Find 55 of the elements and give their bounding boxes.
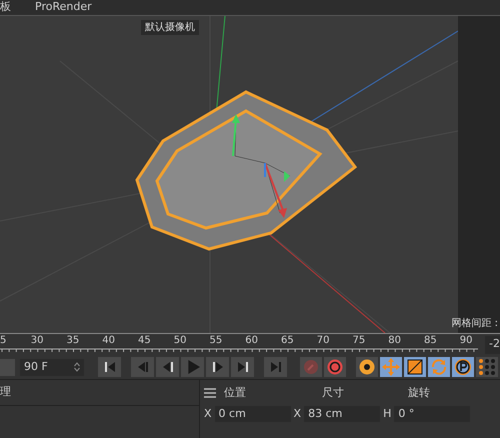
scale-icon [407,359,423,375]
value-field[interactable]: 83 cm [304,406,380,422]
menu-item[interactable]: ProRender [35,0,92,16]
skip-end-icon [236,361,248,373]
column-header: 位置 [224,384,247,401]
value-field[interactable]: 0 ° [394,406,470,422]
tool-button[interactable] [452,357,474,377]
tool-button[interactable] [476,357,498,377]
tick-label: 55 [210,335,222,347]
record-icon [327,359,343,375]
column-header: 尺寸 [321,384,345,401]
tick-label: 45 [138,335,151,347]
tick-label: 35 [66,335,80,347]
tick-label: 40 [102,335,115,347]
column-header: 旋转 [408,384,431,401]
transport-button[interactable] [156,357,179,377]
frame-field[interactable]: 90 F [20,358,84,376]
parameter-icon [454,358,472,376]
tick-label: 50 [174,335,186,347]
transport-button[interactable] [98,357,121,377]
play-icon [186,360,200,374]
tick-label: 60 [245,335,258,347]
value-field[interactable]: 0 cm [214,406,291,422]
tick-label: 70 [316,335,330,347]
grid-spacing-label: 网格间距 : [451,316,498,331]
move-icon [382,358,400,376]
menu-icon[interactable] [204,388,216,398]
camera-label[interactable]: 默认摄像机 [141,20,199,35]
polygon-object[interactable] [135,90,358,251]
skip-start-icon [104,361,116,373]
transport-button[interactable] [231,357,254,377]
tick-label: 30 [30,335,44,347]
tool-button[interactable] [356,357,378,377]
menu-item[interactable]: 板 [0,0,11,16]
tool-button[interactable] [404,357,426,377]
panel-title: 理 [0,384,11,400]
tick-label: 85 [424,335,437,347]
rotate-icon [430,358,448,376]
tick-label: 90 [460,335,472,347]
tick-label: 80 [388,335,401,347]
tick-label: 5 [0,335,6,347]
step-back-icon [136,361,148,373]
tick-label: 65 [281,335,294,347]
axis-label: X [294,406,302,422]
step-back-icon [162,361,174,373]
axis-label: X [204,406,212,422]
step-forward-icon [212,361,224,373]
spinner-icon[interactable] [74,362,80,372]
tick-label: 75 [352,335,366,347]
axis-label: H [383,406,392,422]
skip-end-icon [270,361,282,373]
transport-button[interactable] [206,357,229,377]
tool-button[interactable] [324,357,346,377]
grid-dots-icon [479,359,495,375]
end-frame-field[interactable]: -2 [485,336,500,354]
